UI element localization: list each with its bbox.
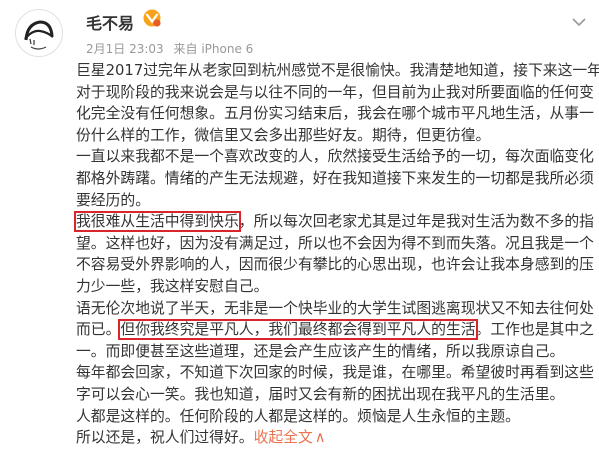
text-segment: 每年都会回家，不知道下次回家的时候，我是谁，在哪里。希望彼时再看到这些 (76, 364, 594, 382)
post-line: 份什么样的工作，微信里又会多出那些好友。期待，但更彷徨。 (76, 125, 596, 147)
post-line: 一。而即便甚至这些道理，还是会产生应该产生的情绪，所以我原谅自己。 (76, 341, 596, 363)
post-line: 巨星2017过完年从老家回到杭州感觉不是很愉快。我清楚地知道，接下来这一年 (76, 60, 599, 82)
weibo-post-card: 毛不易 2月1日 23:03 来自 iPhone 6 巨星2017过完年从老家回… (0, 0, 599, 476)
highlighted-quote: 我很难从生活中得到快乐 (74, 211, 241, 233)
post-line: 一直以来我都不是一个喜欢改变的人，欣然接受生活给予的一切，每次面临变化 (76, 146, 596, 168)
text-segment: 所以还是，祝人们过得好。 (76, 429, 254, 447)
post-line: 所以还是，祝人们过得好。收起全文 ∧ (76, 427, 596, 449)
collapse-label: 收起全文 (253, 429, 313, 447)
post-line: 字可以会心一笑。我也知道，届时又会有新的困扰出现在我平凡的生活里。 (76, 384, 596, 406)
post-line: 我很难从生活中得到快乐，所以每次回老家尤其是过年是我对生活为数不多的指 (74, 211, 596, 233)
vip-badge-icon[interactable] (143, 9, 161, 27)
text-segment: 望。这样也好，因为没有满足过，所以也不会因为得不到而失落。况且我是一个 (76, 234, 594, 252)
text-segment: 都格外踌躇。情绪的产生无法规避，好在我知道接下来发生的一切都是我所必须 (76, 169, 594, 187)
text-segment: 字可以会心一笑。我也知道，届时又会有新的困扰出现在我平凡的生活里。 (76, 385, 565, 403)
collapse-arrow-icon: ∧ (314, 429, 326, 447)
user-avatar[interactable] (15, 9, 63, 57)
text-segment: 而已。 (76, 321, 121, 339)
collapse-link[interactable]: 收起全文 ∧ (254, 429, 326, 446)
text-segment: 一直以来我都不是一个喜欢改变的人，欣然接受生活给予的一切，每次面临变化 (76, 148, 594, 166)
text-segment: 一。而即便甚至这些道理，还是会产生应该产生的情绪，所以我原谅自己。 (76, 342, 565, 360)
post-line: 都格外踌躇。情绪的产生无法规避，好在我知道接下来发生的一切都是我所必须 (76, 168, 596, 190)
text-segment: 人都是这样的。任何阶段的人都是这样的。烦恼是人生永恒的主题。 (76, 407, 520, 425)
text-segment: ，所以每次回老家尤其是过年是我对生活为数不多的指 (238, 213, 594, 231)
username[interactable]: 毛不易 (86, 10, 134, 34)
text-segment: 不容易受外界影响的人，因而很少有攀比的心思出现，也许会让我本身感到的压 (76, 256, 594, 274)
text-segment: 对于现阶段的我来说会是与以往不同的一年，但目前为止我对所要面临的任何变 (76, 83, 594, 101)
post-line: 对于现阶段的我来说会是与以往不同的一年，但目前为止我对所要面临的任何变 (76, 82, 596, 104)
avatar-sketch-icon (24, 20, 54, 50)
text-segment: 要经历的。 (76, 191, 150, 209)
text-segment: 份什么样的工作，微信里又会多出那些好友。期待，但更彷徨。 (76, 126, 491, 144)
highlighted-quote: 但你我终究是平凡人，我们最终都会得到平凡人的生活 (118, 319, 478, 341)
post-line: 望。这样也好，因为没有满足过，所以也不会因为得不到而失落。况且我是一个 (76, 233, 596, 255)
post-line: 要经历的。 (76, 190, 596, 212)
post-header: 毛不易 2月1日 23:03 来自 iPhone 6 (0, 0, 599, 64)
post-line: 每年都会回家，不知道下次回家的时候，我是谁，在哪里。希望彼时再看到这些 (76, 362, 596, 384)
post-source[interactable]: 来自 iPhone 6 (174, 42, 254, 56)
post-line: 化完全没有任何想象。五月份实习结束后，我会在哪个城市平凡地生活，从事一 (76, 103, 596, 125)
text-segment: 化完全没有任何想象。五月份实习结束后，我会在哪个城市平凡地生活，从事一 (76, 105, 594, 123)
chevron-down-icon[interactable] (571, 16, 587, 28)
text-segment: 。工作也是其中之 (475, 321, 594, 339)
text-segment: 巨星2017过完年从老家回到杭州感觉不是很愉快。我清楚地知道，接下来这一年 (76, 62, 599, 79)
post-date: 2月1日 23:03 (86, 42, 164, 56)
text-segment: 语无伦次地说了半天，无非是一个快毕业的大学生试图逃离现状又不知去往何处 (76, 299, 594, 317)
post-line: 力少一些，我这样安慰自己。 (76, 276, 596, 298)
post-body: 巨星2017过完年从老家回到杭州感觉不是很愉快。我清楚地知道，接下来这一年 对于现… (74, 60, 599, 449)
post-meta: 2月1日 23:03 来自 iPhone 6 (86, 40, 259, 57)
post-line: 人都是这样的。任何阶段的人都是这样的。烦恼是人生永恒的主题。 (76, 406, 596, 428)
text-segment: 力少一些，我这样安慰自己。 (76, 277, 269, 295)
post-line: 语无伦次地说了半天，无非是一个快毕业的大学生试图逃离现状又不知去往何处 (76, 298, 596, 320)
post-line: 而已。但你我终究是平凡人，我们最终都会得到平凡人的生活。工作也是其中之 (76, 319, 596, 341)
post-line: 不容易受外界影响的人，因而很少有攀比的心思出现，也许会让我本身感到的压 (76, 254, 596, 276)
